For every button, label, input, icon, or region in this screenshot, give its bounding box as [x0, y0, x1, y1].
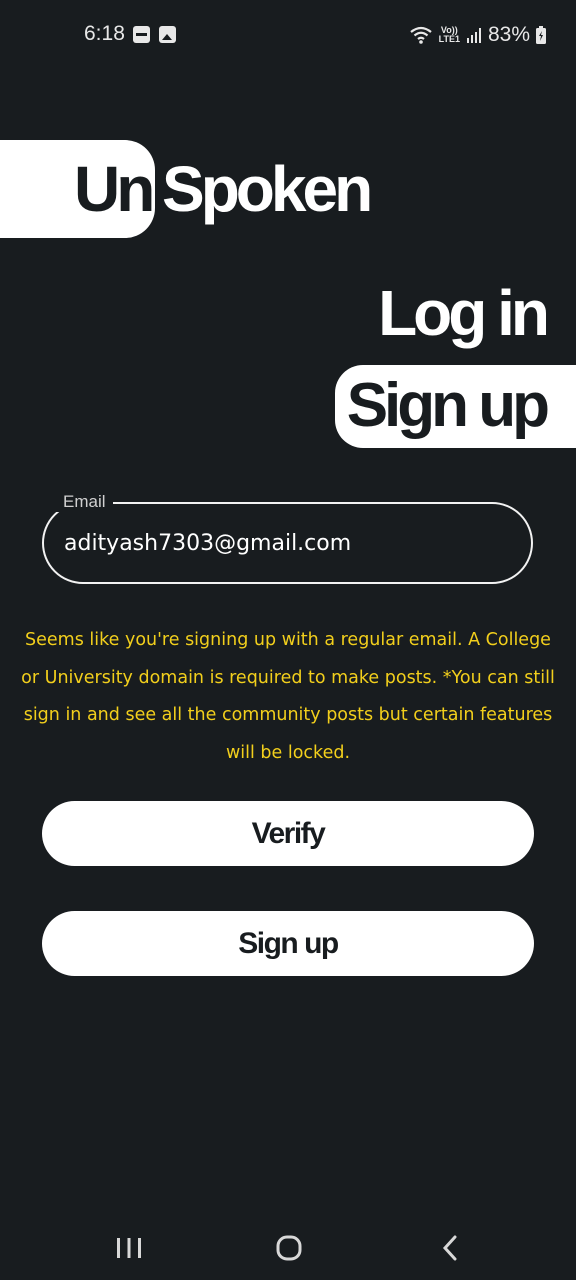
status-bar: 6:18 Vo)) LTE1 83%: [0, 0, 576, 70]
gallery-icon: [159, 26, 176, 43]
volte-label-bottom: LTE1: [438, 34, 460, 44]
tab-signup[interactable]: Sign up: [347, 370, 550, 441]
signal-icon: [466, 28, 481, 43]
status-time: 6:18: [84, 22, 125, 45]
navigation-bar: [0, 1210, 576, 1280]
recents-icon[interactable]: [116, 1237, 142, 1259]
email-domain-notice: Seems like you're signing up with a regu…: [21, 630, 555, 763]
email-field[interactable]: [42, 502, 533, 584]
paytm-icon: [133, 26, 150, 43]
signup-button[interactable]: Sign up: [42, 911, 534, 976]
back-icon[interactable]: [440, 1235, 460, 1261]
battery-charging-icon: [536, 26, 546, 44]
email-input[interactable]: [64, 504, 504, 582]
wifi-icon: [409, 26, 432, 44]
verify-button[interactable]: Verify: [42, 801, 534, 866]
status-right-group: Vo)) LTE1 83%: [409, 22, 546, 48]
tab-login[interactable]: Log in: [378, 276, 550, 350]
battery-percent: 83%: [487, 23, 530, 46]
volte-icon: Vo)) LTE1: [439, 26, 460, 44]
email-label: Email: [56, 492, 113, 512]
home-icon[interactable]: [276, 1235, 302, 1261]
logo-part-spoken: Spoken: [162, 153, 373, 225]
logo-part-un: Un: [74, 153, 155, 225]
